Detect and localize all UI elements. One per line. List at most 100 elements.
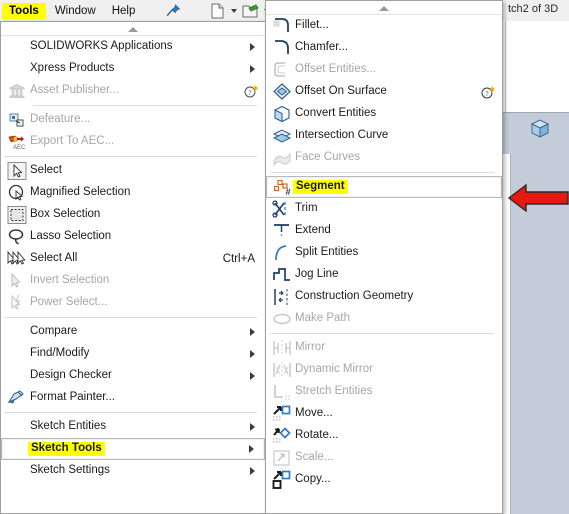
menubar-item-window[interactable]: Window bbox=[48, 3, 103, 19]
menu-item-sketch-entities[interactable]: Sketch Entities bbox=[1, 416, 265, 438]
help-bubble-icon[interactable]: ? bbox=[244, 84, 258, 98]
submenu-item-offset-on-surface[interactable]: Offset On Surface ? bbox=[266, 81, 502, 103]
menu-item-invert-selection: Invert Selection bbox=[1, 270, 265, 292]
copy-icon bbox=[269, 470, 295, 490]
document-title: tch2 of 3D bbox=[508, 3, 559, 15]
submenu-item-rotate[interactable]: Rotate... bbox=[266, 425, 502, 447]
no-icon bbox=[4, 366, 30, 386]
pushpin-icon[interactable] bbox=[164, 3, 182, 19]
new-file-dropdown-icon[interactable] bbox=[231, 8, 238, 13]
no-icon bbox=[4, 344, 30, 364]
no-icon bbox=[4, 322, 30, 342]
menu-item-label: Asset Publisher... bbox=[30, 84, 119, 97]
asset-publisher-icon bbox=[4, 81, 30, 101]
menu-item-label: Power Select... bbox=[30, 296, 108, 309]
submenu-arrow-icon bbox=[250, 467, 255, 475]
menubar-item-help[interactable]: Help bbox=[105, 3, 143, 19]
submenu-item-construction-geometry[interactable]: Construction Geometry bbox=[266, 286, 502, 308]
menu-item-label: Split Entities bbox=[295, 246, 359, 259]
construction-geometry-icon bbox=[269, 287, 295, 307]
menu-item-label: Rotate... bbox=[295, 429, 339, 442]
submenu-item-dynamic-mirror: Dynamic Mirror bbox=[266, 359, 502, 381]
extend-icon bbox=[269, 221, 295, 241]
menu-item-label: Fillet... bbox=[295, 19, 329, 32]
lasso-selection-icon bbox=[4, 227, 30, 247]
mirror-icon bbox=[269, 338, 295, 358]
submenu-item-chamfer[interactable]: Chamfer... bbox=[266, 37, 502, 59]
menu-item-asset-publisher: Asset Publisher... ? bbox=[1, 80, 265, 102]
menu-item-box-selection[interactable]: Box Selection bbox=[1, 204, 265, 226]
menubar-item-tools[interactable]: Tools bbox=[2, 2, 46, 19]
menu-item-export-to-aec: AEC Export To AEC... bbox=[1, 131, 265, 153]
move-icon bbox=[269, 404, 295, 424]
submenu-item-jog-line[interactable]: Jog Line bbox=[266, 264, 502, 286]
menu-item-label: Extend bbox=[295, 224, 331, 237]
scroll-up-arrow[interactable] bbox=[266, 1, 502, 15]
menu-separator bbox=[5, 412, 257, 413]
help-bubble-icon[interactable]: ? bbox=[481, 85, 495, 99]
menu-item-label: Invert Selection bbox=[30, 274, 110, 287]
scroll-up-arrow[interactable] bbox=[1, 22, 265, 36]
menu-item-xpress-products[interactable]: Xpress Products bbox=[1, 58, 265, 80]
submenu-item-extend[interactable]: Extend bbox=[266, 220, 502, 242]
no-icon bbox=[4, 37, 30, 57]
menu-item-solidworks-applications[interactable]: SOLIDWORKS Applications bbox=[1, 36, 265, 58]
menu-item-label: Defeature... bbox=[30, 113, 91, 126]
menu-item-label: Sketch Entities bbox=[30, 420, 107, 433]
select-arrow-icon bbox=[4, 161, 30, 181]
export-to-aec-icon: AEC bbox=[4, 132, 30, 152]
menu-item-label: Xpress Products bbox=[30, 62, 115, 75]
defeature-icon bbox=[4, 110, 30, 130]
stretch-entities-icon bbox=[269, 382, 295, 402]
submenu-item-convert-entities[interactable]: Convert Entities bbox=[266, 103, 502, 125]
menu-item-label: Select bbox=[30, 164, 62, 177]
make-path-icon bbox=[269, 309, 295, 329]
menu-item-find-modify[interactable]: Find/Modify bbox=[1, 343, 265, 365]
menu-item-magnified-selection[interactable]: Magnified Selection bbox=[1, 182, 265, 204]
menu-item-sketch-tools[interactable]: Sketch Tools bbox=[1, 438, 265, 460]
menu-item-sketch-settings[interactable]: Sketch Settings bbox=[1, 460, 265, 482]
menu-separator bbox=[5, 317, 257, 318]
new-file-icon[interactable] bbox=[208, 2, 227, 20]
submenu-item-intersection-curve[interactable]: Intersection Curve bbox=[266, 125, 502, 147]
menu-item-label: Select All bbox=[30, 252, 78, 265]
format-painter-icon bbox=[4, 388, 30, 408]
menu-item-label: Offset On Surface bbox=[295, 85, 387, 98]
no-icon bbox=[4, 417, 30, 437]
menu-item-label: Scale... bbox=[295, 451, 334, 464]
isometric-cube-icon[interactable] bbox=[529, 118, 551, 140]
intersection-curve-icon bbox=[269, 126, 295, 146]
menu-item-select[interactable]: Select bbox=[1, 160, 265, 182]
menu-item-format-painter[interactable]: Format Painter... bbox=[1, 387, 265, 409]
submenu-arrow-icon bbox=[250, 350, 255, 358]
submenu-item-segment[interactable]: # Segment bbox=[266, 176, 502, 198]
menu-item-select-all[interactable]: Select All Ctrl+A bbox=[1, 248, 265, 270]
menu-item-design-checker[interactable]: Design Checker bbox=[1, 365, 265, 387]
no-icon bbox=[4, 59, 30, 79]
convert-entities-icon bbox=[269, 104, 295, 124]
menu-item-label: Find/Modify bbox=[30, 347, 90, 360]
trim-icon bbox=[269, 199, 295, 219]
menu-item-label: Move... bbox=[295, 407, 333, 420]
menu-separator bbox=[5, 156, 257, 157]
submenu-item-trim[interactable]: Trim bbox=[266, 198, 502, 220]
menu-item-lasso-selection[interactable]: Lasso Selection bbox=[1, 226, 265, 248]
submenu-arrow-icon bbox=[249, 445, 254, 453]
submenu-item-copy[interactable]: Copy... bbox=[266, 469, 502, 491]
menu-item-compare[interactable]: Compare bbox=[1, 321, 265, 343]
svg-text:?: ? bbox=[248, 89, 251, 97]
submenu-item-split-entities[interactable]: Split Entities bbox=[266, 242, 502, 264]
menu-item-label: Face Curves bbox=[295, 151, 361, 164]
menu-item-label: Make Path bbox=[295, 312, 350, 325]
menu-item-label: Design Checker bbox=[30, 369, 112, 382]
jog-line-icon bbox=[269, 265, 295, 285]
menu-item-text: Sketch Tools bbox=[31, 442, 102, 455]
open-folder-icon[interactable] bbox=[241, 2, 260, 20]
submenu-item-move[interactable]: Move... bbox=[266, 403, 502, 425]
menu-item-label: Convert Entities bbox=[295, 107, 377, 120]
menu-item-label: Lasso Selection bbox=[30, 230, 112, 243]
menu-item-label: SOLIDWORKS Applications bbox=[30, 40, 173, 53]
left-pointing-red-arrow bbox=[507, 183, 569, 213]
menu-item-label: Trim bbox=[295, 202, 318, 215]
submenu-item-fillet[interactable]: Fillet... bbox=[266, 15, 502, 37]
